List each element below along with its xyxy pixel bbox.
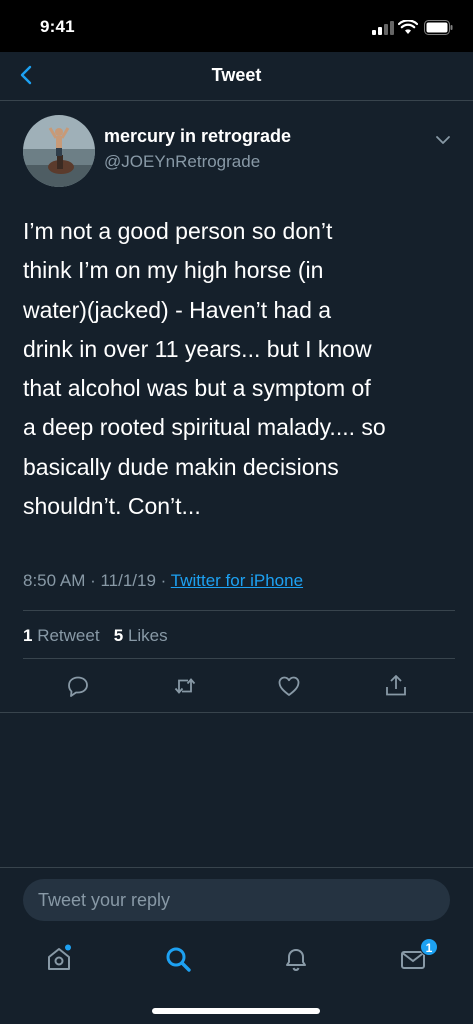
reply-placeholder: Tweet your reply	[38, 890, 171, 910]
bottom-bar: Tweet your reply	[0, 867, 473, 1024]
like-label: Likes	[127, 626, 168, 645]
retweet-count: 1	[23, 626, 33, 645]
retweet-label: Retweet	[37, 626, 100, 645]
home-icon[interactable]	[44, 944, 74, 974]
tweet-detail: mercury in retrograde @JOEYnRetrograde I…	[0, 101, 473, 713]
chevron-down-icon[interactable]	[434, 131, 452, 149]
page-title: Tweet	[211, 65, 262, 85]
source-link[interactable]: Twitter for iPhone	[171, 571, 303, 590]
share-icon[interactable]	[383, 673, 409, 699]
nav-bar: Tweet	[0, 52, 473, 101]
retweets-stat[interactable]: 1 Retweet	[23, 626, 100, 645]
meta-separator: ·	[85, 571, 101, 590]
empty-area	[0, 713, 473, 867]
tweet-date: 11/1/19	[100, 571, 156, 590]
avatar[interactable]	[23, 115, 95, 187]
meta-separator: ·	[155, 571, 171, 590]
reply-input[interactable]: Tweet your reply	[23, 879, 450, 921]
tweet-metadata: 8:50 AM · 11/1/19 · Twitter for iPhone	[23, 571, 303, 591]
home-indicator	[152, 1008, 320, 1014]
battery-icon	[424, 20, 453, 35]
like-icon[interactable]	[276, 673, 302, 699]
retweet-icon[interactable]	[172, 673, 198, 699]
notifications-icon[interactable]	[281, 944, 311, 974]
like-count: 5	[113, 626, 124, 645]
signal-icon	[372, 21, 394, 35]
likes-stat[interactable]: 5 Likes	[114, 626, 168, 645]
messages-badge: 1	[420, 938, 438, 956]
divider	[23, 658, 455, 659]
wifi-icon	[398, 20, 418, 34]
status-bar: 9:41	[0, 0, 473, 52]
divider	[23, 610, 455, 611]
engagement-stats: 1 Retweet 5 Likes	[23, 626, 168, 646]
user-handle[interactable]: @JOEYnRetrograde	[104, 152, 260, 172]
display-name[interactable]: mercury in retrograde	[104, 126, 291, 147]
status-time: 9:41	[40, 17, 75, 36]
reply-icon[interactable]	[65, 673, 91, 699]
tweet-time: 8:50 AM	[23, 571, 86, 590]
search-icon[interactable]	[163, 944, 193, 974]
tweet-text: I’m not a good person so don’t think I’m…	[23, 218, 386, 520]
